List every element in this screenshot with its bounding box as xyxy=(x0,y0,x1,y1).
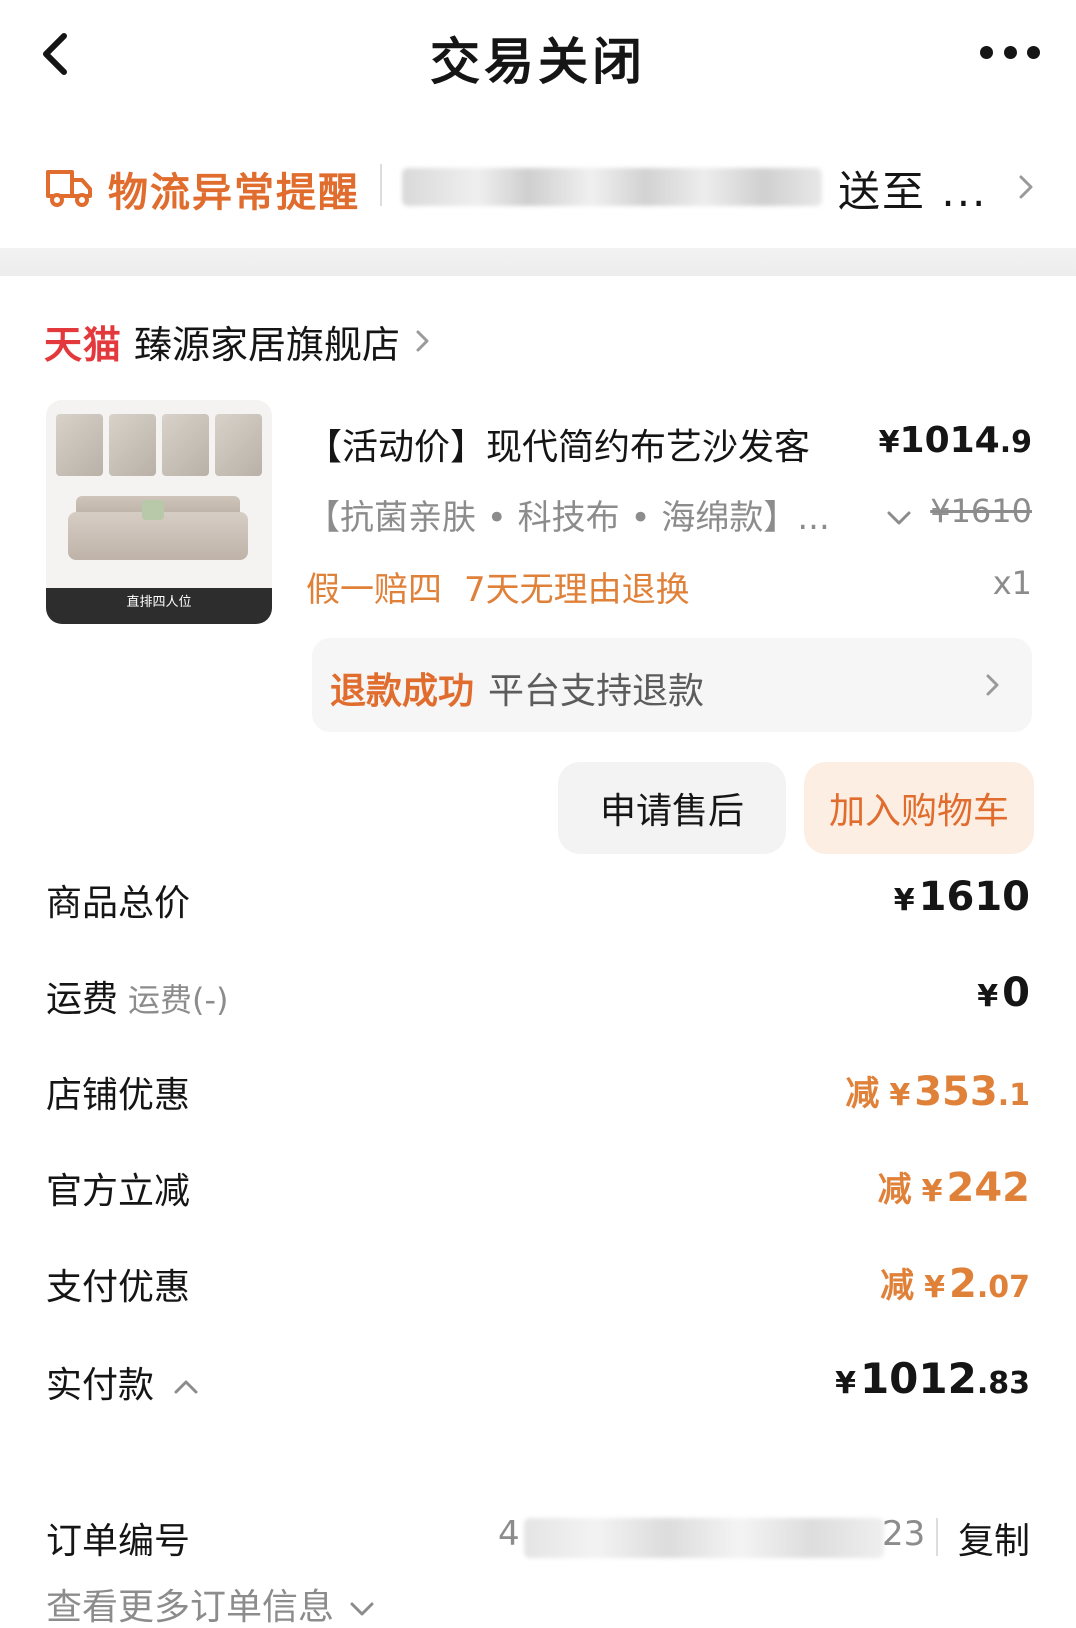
apply-after-sale-button[interactable]: 申请售后 xyxy=(558,762,786,854)
refund-status-bar[interactable]: 退款成功 平台支持退款 xyxy=(312,638,1032,732)
summary-shop-discount-label: 店铺优惠 xyxy=(46,1075,191,1116)
tmall-logo: 天猫 xyxy=(44,322,123,367)
top-nav-bar: 交易关闭 xyxy=(0,0,1076,110)
service-guarantees: 假一赔四 7天无理由退换 xyxy=(306,562,690,611)
truck-icon xyxy=(46,170,92,207)
product-image[interactable]: 直排四人位 xyxy=(46,400,272,624)
summary-total-label: 商品总价 xyxy=(46,883,191,924)
copy-order-number-button[interactable]: 复制 xyxy=(958,1512,1030,1564)
add-to-cart-button[interactable]: 加入购物车 xyxy=(804,762,1034,854)
summary-paid-value: ¥1012.83 xyxy=(835,1354,1030,1403)
refund-description: 平台支持退款 xyxy=(488,671,705,712)
section-separator xyxy=(0,248,1076,276)
logistics-alert-row[interactable]: 物流异常提醒 送至 ... xyxy=(0,150,1076,222)
page-title: 交易关闭 xyxy=(430,33,646,91)
summary-payment-discount-value: 减 ¥2.07 xyxy=(880,1261,1030,1307)
divider xyxy=(380,164,382,206)
shop-name: 臻源家居旗舰店 xyxy=(134,322,401,367)
summary-payment-discount-label: 支付优惠 xyxy=(46,1267,191,1308)
view-more-order-info[interactable]: 查看更多订单信息 xyxy=(46,1578,376,1628)
summary-total-value: ¥1610 xyxy=(893,874,1030,920)
order-number-end: 23 xyxy=(882,1514,926,1554)
product-title[interactable]: 【活动价】现代简约布艺沙发客 xyxy=(306,418,810,470)
shop-link[interactable]: 天猫 臻源家居旗舰店 xyxy=(44,316,434,367)
product-price: ¥1014.9 xyxy=(878,420,1032,461)
product-quantity: x1 xyxy=(992,564,1032,602)
chevron-down-icon[interactable] xyxy=(884,508,914,528)
product-spec[interactable]: 【抗菌亲肤 • 科技布 • 海绵款】... xyxy=(306,490,830,539)
shipping-detail: 运费(-) xyxy=(128,981,229,1019)
logistics-alert-label: 物流异常提醒 xyxy=(108,170,360,216)
chevron-up-icon xyxy=(174,1380,198,1394)
guarantee-badge: 7天无理由退换 xyxy=(464,570,690,610)
summary-official-discount-label: 官方立减 xyxy=(46,1171,191,1212)
divider xyxy=(936,1518,938,1556)
chevron-right-icon xyxy=(1019,175,1033,199)
original-price: ¥1610 xyxy=(930,492,1032,530)
summary-shipping-label: 运费 运费(-) xyxy=(46,979,229,1020)
summary-shop-discount-value: 减 ¥353.1 xyxy=(845,1069,1030,1115)
more-dot xyxy=(1027,45,1040,59)
redacted-order-number xyxy=(524,1518,884,1558)
more-dot xyxy=(1003,45,1017,59)
order-number-start: 4 xyxy=(498,1514,520,1554)
order-number-label: 订单编号 xyxy=(46,1521,191,1562)
more-options-button[interactable] xyxy=(980,40,1040,64)
refund-status: 退款成功 xyxy=(330,671,475,712)
more-dot xyxy=(980,45,993,59)
summary-paid-label[interactable]: 实付款 xyxy=(46,1356,200,1408)
summary-shipping-value: ¥0 xyxy=(977,970,1030,1016)
logistics-destination: 送至 ... xyxy=(838,167,988,216)
chevron-right-icon xyxy=(986,674,999,696)
redacted-tracking-number xyxy=(402,168,822,206)
sofa-illustration-pillow xyxy=(142,500,164,520)
chevron-right-icon xyxy=(416,330,429,352)
summary-official-discount-value: 减 ¥242 xyxy=(877,1165,1030,1211)
material-thumbnails xyxy=(56,414,262,476)
chevron-down-icon xyxy=(350,1602,374,1616)
guarantee-badge: 假一赔四 xyxy=(306,570,442,610)
product-image-caption: 直排四人位 xyxy=(46,588,272,624)
